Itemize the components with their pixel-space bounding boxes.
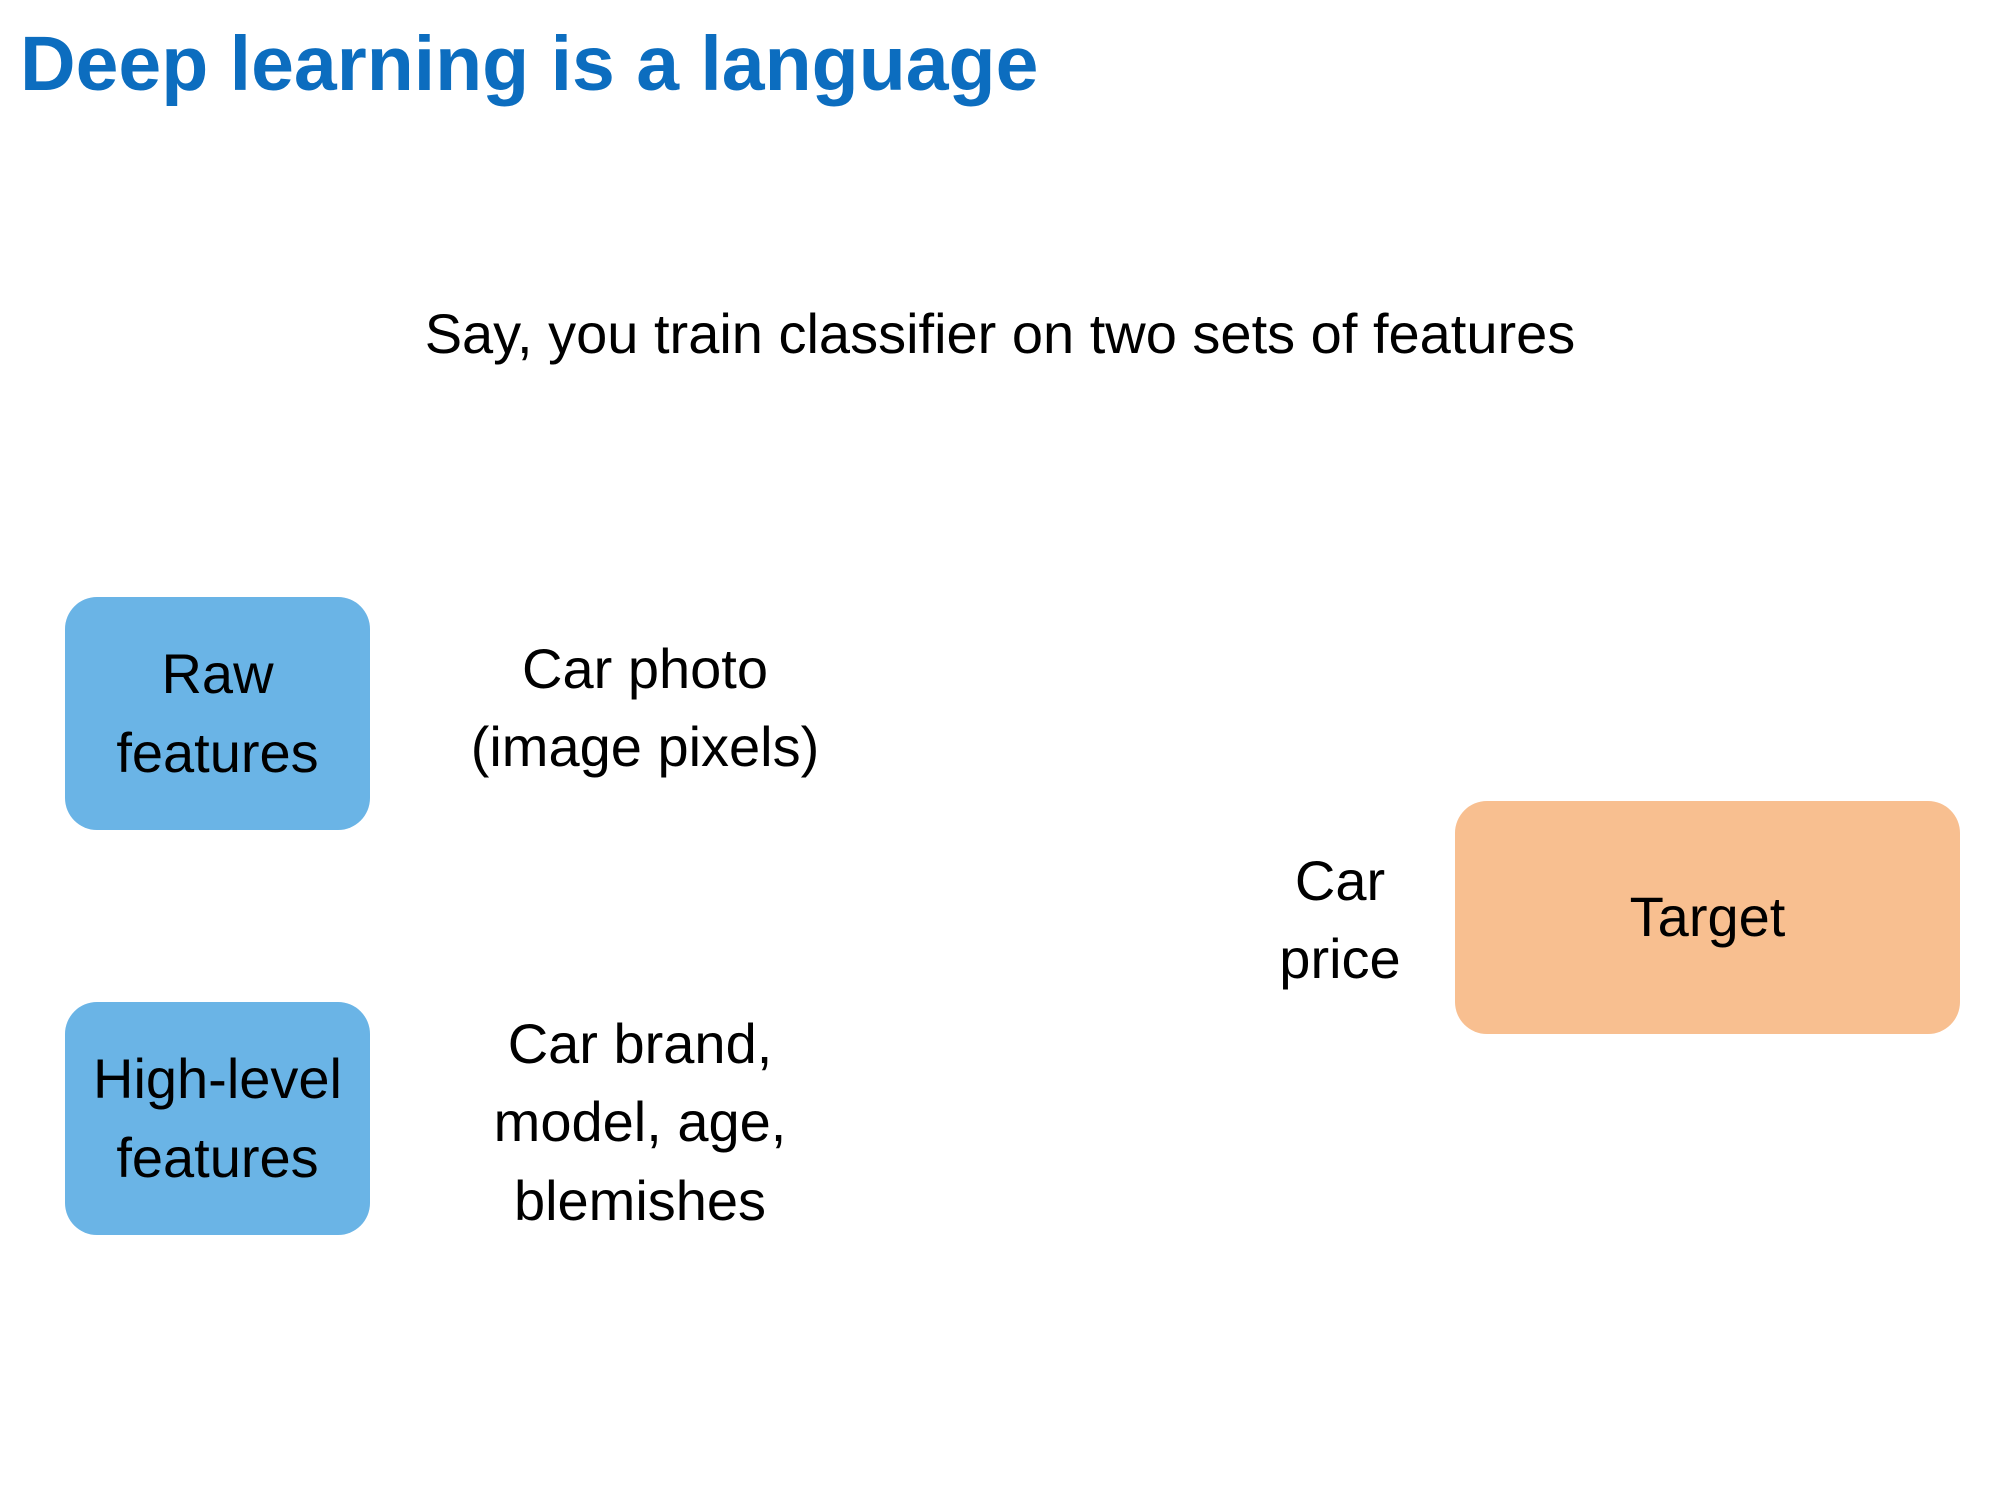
raw-features-label: Raw features (116, 642, 319, 784)
raw-features-description: Car photo (image pixels) (470, 637, 820, 779)
high-level-features-box: High-level features (65, 1002, 370, 1235)
slide-title: Deep learning is a language (20, 21, 1039, 107)
raw-features-box: Raw features (65, 597, 370, 830)
high-level-features-description: Car brand, model, age, blemishes (493, 1012, 787, 1232)
target-label: Target (1629, 885, 1786, 949)
slide-subtitle: Say, you train classifier on two sets of… (424, 302, 1576, 365)
target-box: Target (1455, 801, 1960, 1034)
high-level-features-label: High-level features (93, 1047, 342, 1189)
target-description: Car price (1279, 849, 1401, 991)
